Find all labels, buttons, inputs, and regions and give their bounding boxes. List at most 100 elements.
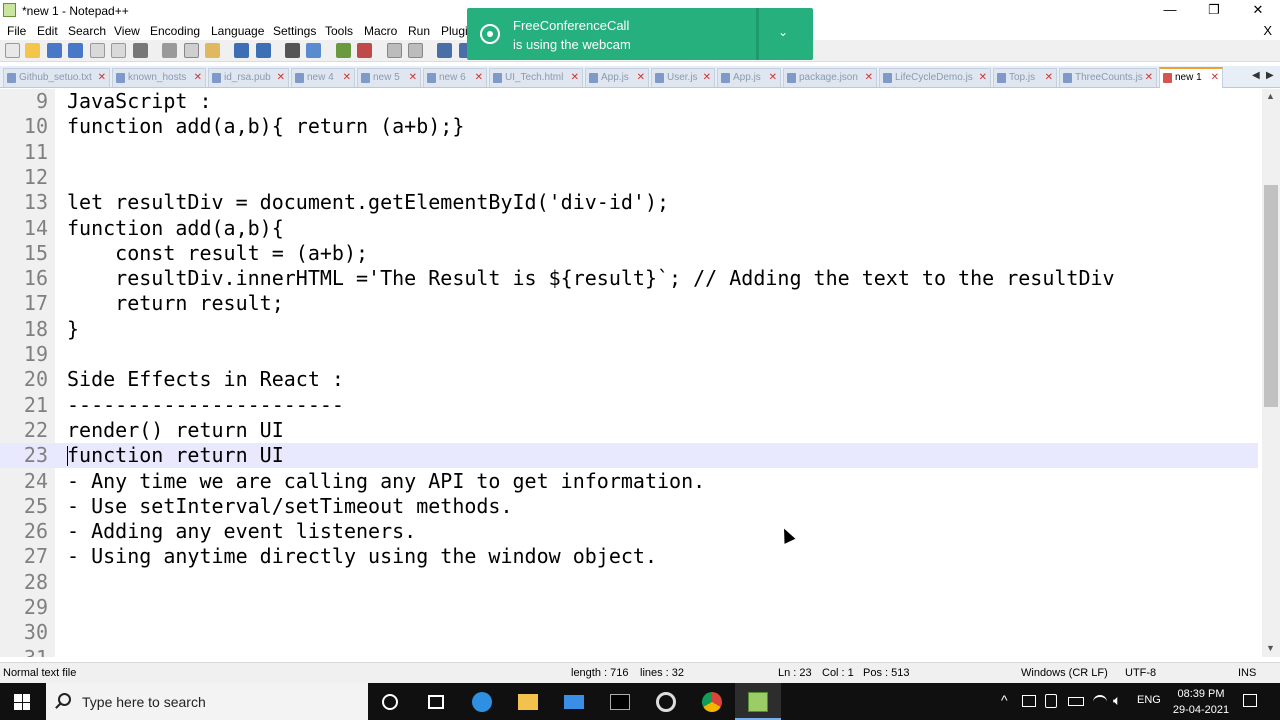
minimize-button[interactable]: — — [1148, 0, 1192, 20]
code-line[interactable]: 29 — [0, 595, 1258, 620]
close-all-icon[interactable] — [111, 43, 126, 58]
tab-close-icon[interactable]: ✕ — [277, 69, 285, 86]
tab-threecounts-js[interactable]: ThreeCounts.js ✕ — [1059, 68, 1157, 87]
tab-new-5[interactable]: new 5 ✕ — [357, 68, 421, 87]
line-text[interactable]: ----------------------- — [67, 393, 344, 418]
tab-ui-tech-html[interactable]: UI_Tech.html ✕ — [489, 68, 583, 87]
copy-icon[interactable] — [184, 43, 199, 58]
line-text[interactable]: render() return UI — [67, 418, 284, 443]
taskbar-edge[interactable] — [459, 683, 505, 720]
tab-top-js[interactable]: Top.js ✕ — [993, 68, 1057, 87]
code-line[interactable]: 9 JavaScript : — [0, 89, 1258, 114]
language-indicator[interactable]: ENG — [1137, 694, 1161, 706]
line-text[interactable]: function add(a,b){ — [67, 216, 284, 241]
tab-close-icon[interactable]: ✕ — [1045, 69, 1053, 86]
menu-tools[interactable]: Tools — [325, 24, 353, 38]
system-clock[interactable]: 08:39 PM 29-04-2021 — [1160, 686, 1242, 718]
word-wrap-icon[interactable] — [437, 43, 452, 58]
taskbar-terminal[interactable] — [597, 683, 643, 720]
zoom-out-icon[interactable] — [357, 43, 372, 58]
line-text[interactable]: let resultDiv = document.getElementById(… — [67, 190, 669, 215]
code-line[interactable]: 18} — [0, 317, 1258, 342]
start-button[interactable] — [0, 683, 46, 720]
tab-close-icon[interactable]: ✕ — [865, 69, 873, 86]
tab-close-icon[interactable]: ✕ — [769, 69, 777, 86]
tab-github-setuo[interactable]: Github_setuo.txt ✕ — [3, 68, 110, 87]
line-text[interactable]: - Adding any event listeners. — [67, 519, 416, 544]
tab-scroll-left-button[interactable]: ◀ — [1252, 70, 1260, 81]
tab-close-icon[interactable]: ✕ — [637, 69, 645, 86]
tab-id-rsa-pub[interactable]: id_rsa.pub ✕ — [208, 68, 289, 87]
line-text[interactable]: - Use setInterval/setTimeout methods. — [67, 494, 513, 519]
paste-icon[interactable] — [205, 43, 220, 58]
vertical-scrollbar[interactable]: ▲ ▼ — [1262, 89, 1280, 657]
code-line[interactable]: 20 Side Effects in React : — [0, 367, 1258, 392]
taskbar-chrome[interactable] — [689, 683, 735, 720]
code-line[interactable]: 17 return result; — [0, 291, 1258, 316]
menu-plugins[interactable]: Plugi — [441, 24, 468, 38]
menu-search[interactable]: Search — [68, 24, 106, 38]
usb-icon[interactable] — [1045, 694, 1057, 708]
tab-app-js[interactable]: App.js ✕ — [585, 68, 649, 87]
code-line[interactable]: 23 function return UI — [0, 443, 1258, 469]
editor-area[interactable]: 9 JavaScript : 10 function add(a,b){ return… — [0, 89, 1262, 657]
wifi-icon[interactable] — [1093, 695, 1107, 709]
code-line[interactable]: 16 resultDiv.innerHTML ='The Result is $… — [0, 266, 1258, 291]
task-view-button[interactable] — [413, 683, 459, 720]
battery-icon[interactable] — [1068, 697, 1084, 706]
taskbar-webcam-app[interactable] — [643, 683, 689, 720]
code-line[interactable]: 12 — [0, 165, 1258, 190]
close-document-button[interactable]: X — [1263, 23, 1272, 38]
menu-view[interactable]: View — [114, 24, 140, 38]
find-icon[interactable] — [285, 43, 300, 58]
menu-encoding[interactable]: Encoding — [150, 24, 200, 38]
code-line[interactable]: 28 — [0, 570, 1258, 595]
tab-close-icon[interactable]: ✕ — [1211, 69, 1219, 86]
zoom-in-icon[interactable] — [336, 43, 351, 58]
line-text[interactable]: - Any time we are calling any API to get… — [67, 469, 705, 494]
tab-close-icon[interactable]: ✕ — [571, 69, 579, 86]
tab-app-js-2[interactable]: App.js ✕ — [717, 68, 781, 87]
scroll-down-arrow-icon[interactable]: ▼ — [1266, 643, 1275, 653]
undo-icon[interactable] — [234, 43, 249, 58]
tab-new-1[interactable]: new 1 ✕ — [1159, 67, 1223, 88]
line-text[interactable]: return result; — [67, 291, 284, 316]
new-file-icon[interactable] — [5, 43, 20, 58]
line-text[interactable]: Side Effects in React : — [67, 367, 344, 392]
tab-package-json[interactable]: package.json ✕ — [783, 68, 877, 87]
tab-new-4[interactable]: new 4 ✕ — [291, 68, 355, 87]
code-line[interactable]: 24 - Any time we are calling any API to g… — [0, 469, 1258, 494]
tab-known-hosts[interactable]: known_hosts ✕ — [112, 68, 206, 87]
replace-icon[interactable] — [306, 43, 321, 58]
save-all-icon[interactable] — [68, 43, 83, 58]
code-line[interactable]: 22 render() return UI — [0, 418, 1258, 443]
line-text[interactable]: function add(a,b){ return (a+b);} — [67, 114, 464, 139]
line-text[interactable]: - Using anytime directly using the windo… — [67, 544, 657, 569]
taskbar-file-explorer[interactable] — [505, 683, 551, 720]
tab-user-js[interactable]: User.js ✕ — [651, 68, 715, 87]
code-line[interactable]: 30 — [0, 620, 1258, 645]
tab-close-icon[interactable]: ✕ — [703, 69, 711, 86]
tab-lifecycledemo-js[interactable]: LifeCycleDemo.js ✕ — [879, 68, 991, 87]
sync-vertical-icon[interactable] — [387, 43, 402, 58]
tab-close-icon[interactable]: ✕ — [343, 69, 351, 86]
scrollbar-thumb[interactable] — [1264, 185, 1278, 407]
menu-edit[interactable]: Edit — [37, 24, 58, 38]
tab-close-icon[interactable]: ✕ — [1145, 69, 1153, 86]
code-line[interactable]: 26 - Adding any event listeners. — [0, 519, 1258, 544]
menu-language[interactable]: Language — [211, 24, 264, 38]
tab-close-icon[interactable]: ✕ — [98, 69, 106, 86]
tab-close-icon[interactable]: ✕ — [979, 69, 987, 86]
line-text[interactable]: resultDiv.innerHTML ='The Result is ${re… — [67, 266, 1114, 291]
cut-icon[interactable] — [162, 43, 177, 58]
code-line[interactable]: 19 — [0, 342, 1258, 367]
code-line[interactable]: 15 const result = (a+b); — [0, 241, 1258, 266]
tab-close-icon[interactable]: ✕ — [194, 69, 202, 86]
taskbar-notepadpp[interactable] — [735, 683, 781, 720]
line-text[interactable]: function return UI — [67, 443, 284, 468]
menu-run[interactable]: Run — [408, 24, 430, 38]
sync-horizontal-icon[interactable] — [408, 43, 423, 58]
action-center-icon[interactable] — [1243, 694, 1257, 707]
taskbar-search-box[interactable]: Type here to search — [46, 683, 368, 720]
code-line[interactable]: 25 - Use setInterval/setTimeout methods. — [0, 494, 1258, 519]
